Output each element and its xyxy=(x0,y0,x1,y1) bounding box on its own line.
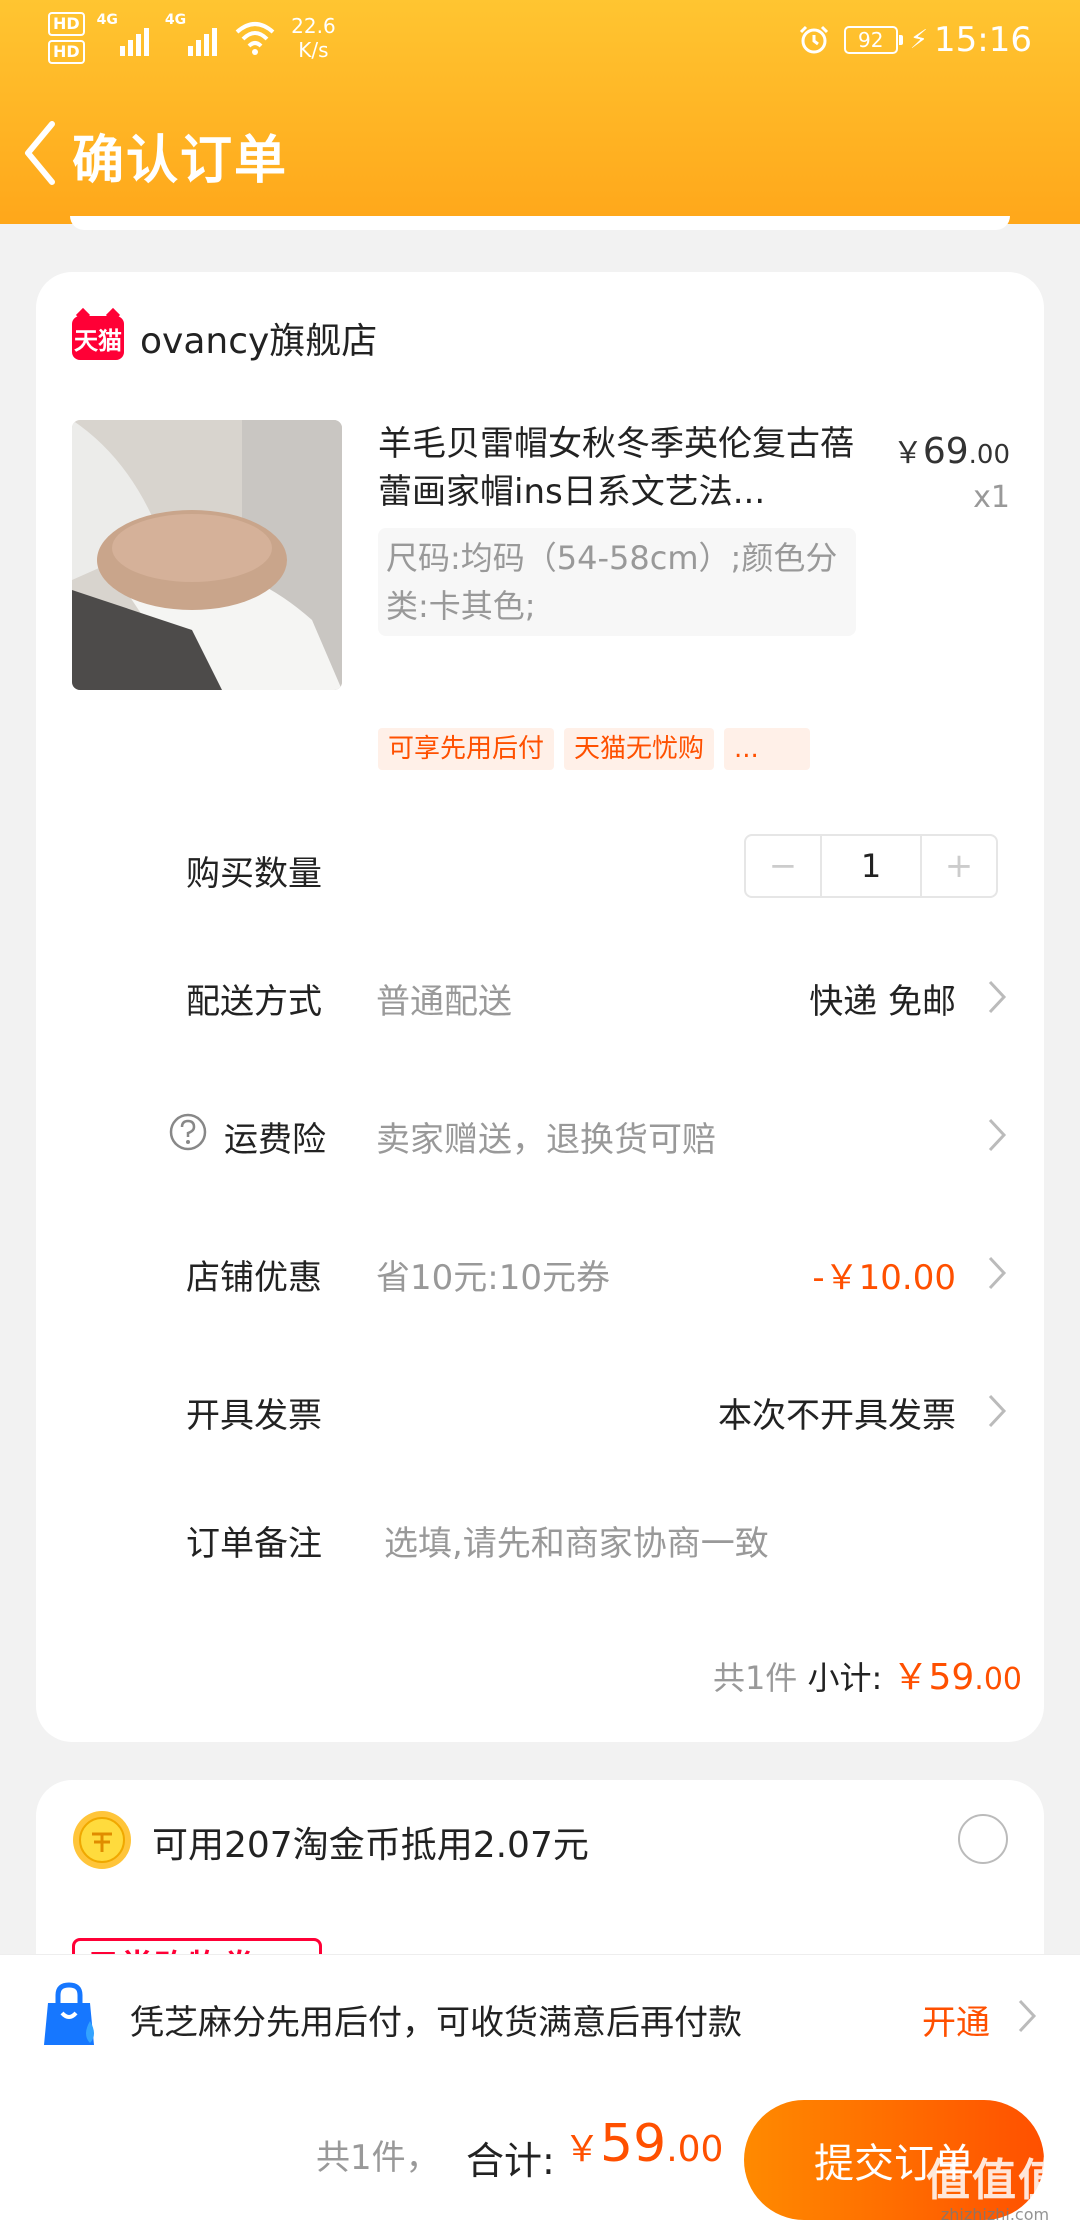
order-card: 天猫 ovancy旗舰店 羊毛贝雷帽女秋冬季英伦复古蓓蕾画家帽ins日系文艺法.… xyxy=(36,272,1044,1742)
sku-info[interactable]: 尺码:均码（54-58cm）;颜色分类:卡其色; xyxy=(378,528,856,636)
quantity-minus-button[interactable]: − xyxy=(746,836,820,896)
signal-1-icon xyxy=(119,28,149,56)
insurance-hint[interactable]: 卖家赠送，退换货可赔 xyxy=(376,1112,716,1161)
subtotal-count: 共1件 xyxy=(712,1659,798,1697)
previous-card-edge xyxy=(70,216,1010,230)
note-input[interactable]: 选填,请先和商家协商一致 xyxy=(384,1516,769,1565)
total-int: 59 xyxy=(600,2114,667,2174)
note-label: 订单备注 xyxy=(186,1524,322,1564)
chevron-right-icon[interactable] xyxy=(1016,1997,1038,2035)
tag-pay-later: 可享先用后付 xyxy=(378,728,555,770)
discount-label: 店铺优惠 xyxy=(186,1258,322,1298)
invoice-label: 开具发票 xyxy=(186,1396,322,1436)
product-image[interactable] xyxy=(72,420,342,690)
header: HD HD 4G 4G 22.6 K/s 92 ⚡ 15:16 确认订单 xyxy=(0,0,1080,224)
shop-header[interactable]: 天猫 ovancy旗舰店 xyxy=(72,312,377,364)
product-price: ￥69.00 xyxy=(893,428,1010,472)
hd-badge-1: HD xyxy=(48,12,85,36)
status-bar: HD HD 4G 4G 22.6 K/s 92 ⚡ 15:16 xyxy=(0,0,1080,80)
product-title[interactable]: 羊毛贝雷帽女秋冬季英伦复古蓓蕾画家帽ins日系文艺法... xyxy=(378,420,858,516)
invoice-value[interactable]: 本次不开具发票 xyxy=(718,1388,956,1437)
net-speed-unit: K/s xyxy=(298,38,329,62)
delivery-hint: 普通配送 xyxy=(376,982,512,1022)
sesame-text: 凭芝麻分先用后付，可收货满意后再付款 xyxy=(130,2003,742,2043)
chevron-right-icon[interactable] xyxy=(986,1116,1008,1154)
net-speed: 22.6 K/s xyxy=(291,14,336,62)
coin-text: 可用207淘金币抵用2.07元 xyxy=(152,1825,589,1866)
subtotal-label: 小计: xyxy=(807,1659,883,1697)
product-quantity: x1 xyxy=(973,480,1010,515)
coin-radio[interactable] xyxy=(958,1814,1008,1864)
page-title: 确认订单 xyxy=(72,131,289,191)
shop-name[interactable]: ovancy旗舰店 xyxy=(140,312,377,364)
signal-2-label: 4G xyxy=(164,12,187,28)
battery-level: 92 xyxy=(858,28,884,52)
hd-badge-2: HD xyxy=(48,40,85,64)
signal-2: 4G xyxy=(164,12,218,56)
subtotal: 共1件 小计: ￥59.00 xyxy=(713,1648,1022,1700)
subtotal-amount: ￥59.00 xyxy=(892,1657,1022,1698)
price-int: 69 xyxy=(922,431,969,472)
tmall-icon: 天猫 xyxy=(72,316,124,360)
watermark-url: zhizhizhi.com xyxy=(940,2205,1050,2224)
alarm-icon xyxy=(799,25,828,54)
charging-icon: ⚡ xyxy=(909,25,929,55)
sesame-bar[interactable]: 凭芝麻分先用后付，可收货满意后再付款 开通 xyxy=(0,1954,1080,2074)
signal-1-label: 4G xyxy=(96,12,118,28)
status-left: HD HD 4G 4G 22.6 K/s xyxy=(48,12,336,64)
total-label: 合计: xyxy=(466,2139,555,2183)
net-speed-value: 22.6 xyxy=(291,14,336,38)
tag-worry-free: 天猫无忧购 xyxy=(564,728,715,770)
signal-1: 4G xyxy=(97,12,149,56)
clock: 15:16 xyxy=(934,20,1032,60)
discount-hint: 省10元:10元券 xyxy=(376,1258,610,1298)
chevron-right-icon[interactable] xyxy=(986,1392,1008,1430)
delivery-label: 配送方式 xyxy=(186,982,322,1022)
delivery-value[interactable]: 快递 免邮 xyxy=(809,974,956,1023)
price-currency: ￥ xyxy=(892,436,923,471)
total-currency: ￥ xyxy=(564,2129,601,2170)
back-icon[interactable] xyxy=(20,118,60,188)
signal-2-icon xyxy=(188,28,218,56)
discount-value[interactable]: -￥10.00 xyxy=(812,1250,956,1299)
total-count: 共1件， xyxy=(316,2138,440,2178)
insurance-label: 运费险 xyxy=(224,1120,326,1160)
watermark: 值值值 zhizhizhi.com xyxy=(920,2156,1070,2224)
help-icon[interactable] xyxy=(168,1112,208,1152)
quantity-value[interactable]: 1 xyxy=(820,836,922,896)
hd-badges: HD HD xyxy=(48,12,85,64)
quantity-stepper[interactable]: − 1 + xyxy=(744,834,998,898)
quantity-plus-button[interactable]: + xyxy=(922,836,996,896)
watermark-logo: 值值值 xyxy=(926,2155,1064,2206)
chevron-right-icon[interactable] xyxy=(986,978,1008,1016)
open-link[interactable]: 开通 xyxy=(922,1995,990,2044)
bottom-bar: 共1件， 合计: ￥59.00 提交订单 xyxy=(0,2074,1080,2240)
bag-icon xyxy=(44,1982,94,2045)
coin-icon xyxy=(73,1811,131,1869)
total-amount: ￥59.00 xyxy=(564,2114,723,2174)
status-right: 92 ⚡ 15:16 xyxy=(798,20,1032,60)
quantity-label: 购买数量 xyxy=(186,854,322,894)
service-tags: 可享先用后付 天猫无忧购 ... xyxy=(378,728,811,770)
total-dec: .00 xyxy=(666,2129,724,2170)
battery-icon: 92 xyxy=(843,26,903,54)
wifi-icon xyxy=(235,22,275,55)
tag-more[interactable]: ... xyxy=(724,728,811,770)
price-dec: .00 xyxy=(968,440,1010,470)
chevron-right-icon[interactable] xyxy=(986,1254,1008,1292)
